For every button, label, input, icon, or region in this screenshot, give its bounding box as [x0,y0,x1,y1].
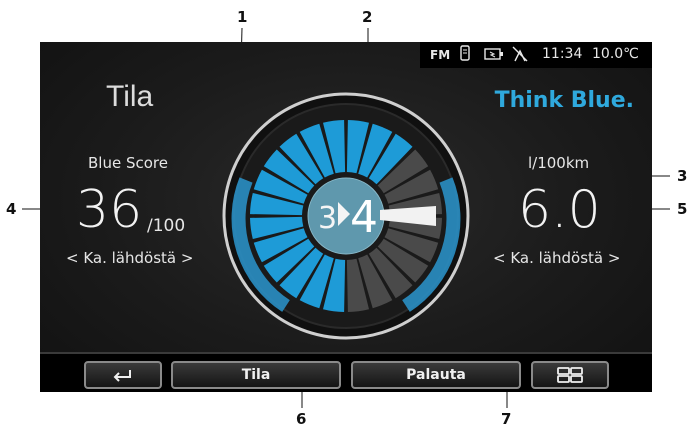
recommended-gear: 4 [350,192,378,243]
left-period-selector[interactable]: < Ka. lähdöstä > [66,249,193,267]
blue-score-value: 36 [76,180,143,240]
callout-6: 6 [296,410,307,428]
phone-icon [460,45,470,65]
satellite-icon [512,45,528,67]
callout-4: 4 [6,200,17,218]
status-bar: FM 11:34 10.0℃ [420,42,652,68]
callout-1: 1 [237,8,248,26]
battery-icon [484,48,504,64]
callout-3: 3 [677,167,688,185]
consumption-unit-label: l/100km [528,154,590,172]
blue-score-max: /100 [147,216,186,236]
brand-logo: Think Blue. [494,88,634,113]
callout-5: 5 [677,200,688,218]
fm-indicator: FM [430,48,451,62]
callout-7: 7 [501,410,512,428]
back-icon [113,370,131,382]
tila-button[interactable]: Tila [171,361,341,389]
right-period-selector[interactable]: < Ka. lähdöstä > [493,249,620,267]
blue-score-label: Blue Score [88,154,168,172]
callout-2: 2 [362,8,373,26]
consumption-value: 6.0 [518,180,601,240]
grid-icon [557,367,583,383]
bottom-toolbar: Tila Palauta [40,352,652,392]
clock: 11:34 [542,46,583,62]
palauta-button[interactable]: Palauta [351,361,521,389]
page-title: Tila [106,80,154,113]
outside-temperature: 10.0℃ [592,46,639,62]
current-gear: 3 [318,201,337,236]
display-screen: FM 11:34 10.0℃ Tila Think Blue. Blue Sco… [40,42,652,392]
back-button[interactable] [84,361,162,389]
eco-gauge: 3 4 [222,92,470,340]
menu-button[interactable] [531,361,609,389]
